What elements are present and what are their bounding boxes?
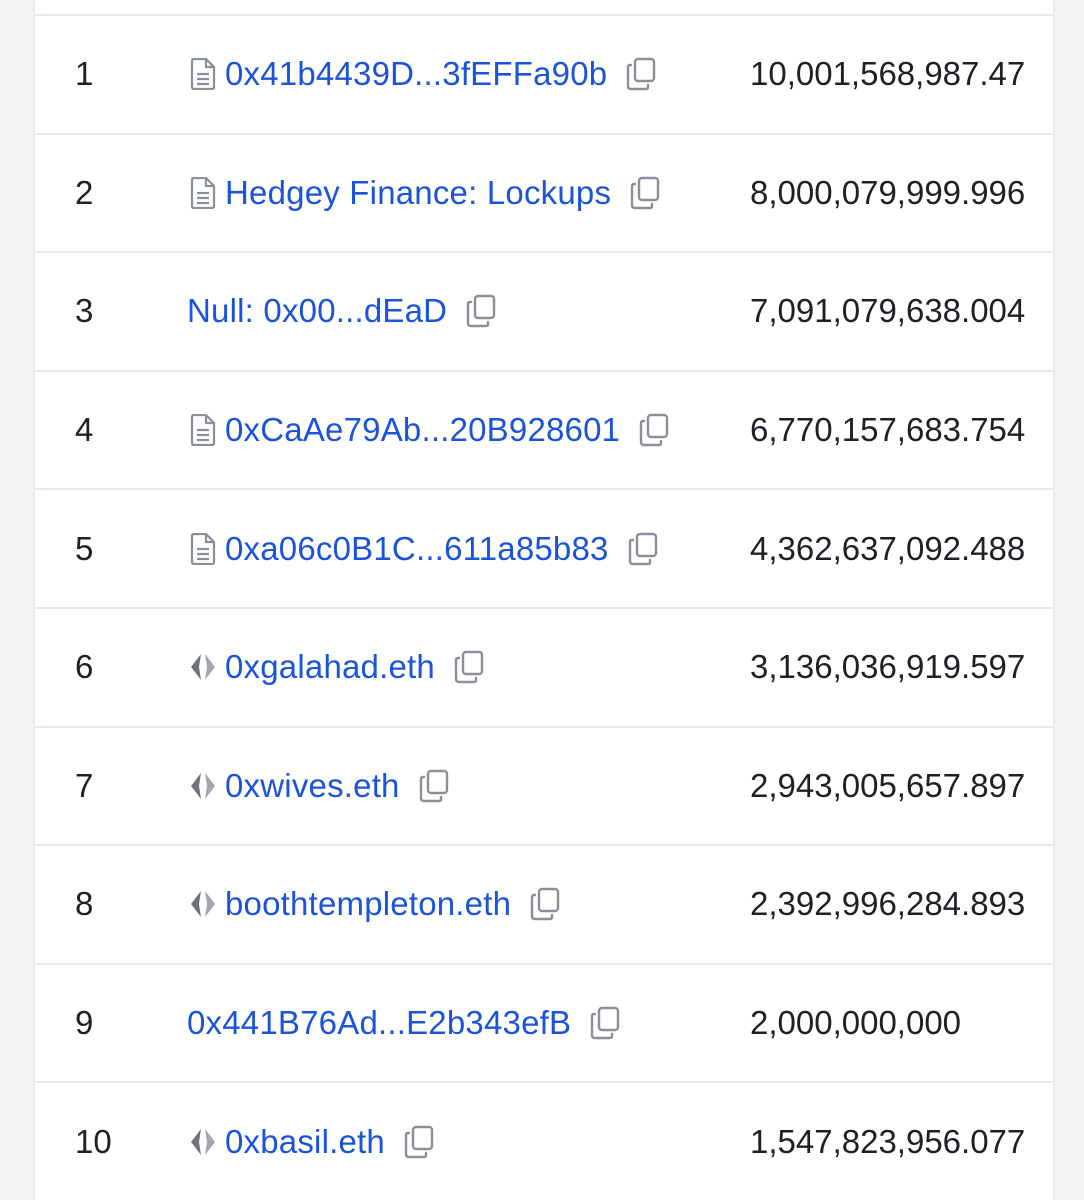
holder-cell: 0xCaAe79Ab...20B928601 [187, 372, 672, 489]
quantity-cell: 7,091,079,638.004 [750, 292, 1026, 330]
holder-address-link[interactable]: 0xbasil.eth [225, 1123, 385, 1161]
table-row: 6 0xgalahad.eth 3,136,036,919.597 [35, 609, 1053, 728]
table-row: 4 0xCaAe79Ab...20B928601 6,770,157,683.754 [35, 372, 1053, 491]
table-row: 9 0x441B76Ad...E2b343efB 2,000,000,000 [35, 965, 1053, 1084]
holder-address-link[interactable]: 0x441B76Ad...E2b343efB [187, 1004, 571, 1042]
holder-cell: 0xa06c0B1C...611a85b83 [187, 490, 661, 607]
contract-icon [187, 532, 219, 566]
rank-cell: 10 [75, 1122, 112, 1160]
holder-cell: Hedgey Finance: Lockups [187, 135, 663, 252]
ens-icon [187, 650, 219, 684]
quantity-cell: 3,136,036,919.597 [750, 648, 1026, 686]
ens-icon [187, 1125, 219, 1159]
holder-cell: 0xgalahad.eth [187, 609, 487, 726]
holder-address-link[interactable]: 0xwives.eth [225, 767, 400, 805]
rank-cell: 6 [75, 648, 94, 686]
copy-icon[interactable] [401, 1124, 437, 1160]
table-row: 7 0xwives.eth 2,943,005,657.897 [35, 728, 1053, 847]
copy-icon[interactable] [416, 768, 452, 804]
copy-icon[interactable] [627, 175, 663, 211]
quantity-cell: 8,000,079,999.996 [750, 173, 1026, 211]
holder-address-link[interactable]: 0x41b4439D...3fEFFa90b [225, 55, 607, 93]
table-row: 8 boothtempleton.eth 2,392,996,284.893 [35, 846, 1053, 965]
contract-icon [187, 176, 219, 210]
holder-address-link[interactable]: Hedgey Finance: Lockups [225, 174, 611, 212]
holder-address-link[interactable]: boothtempleton.eth [225, 885, 511, 923]
holder-address-link[interactable]: Null: 0x00...dEaD [187, 292, 447, 330]
copy-icon[interactable] [623, 56, 659, 92]
holder-cell: 0x441B76Ad...E2b343efB [187, 965, 623, 1082]
holders-table-body: 1 0x41b4439D...3fEFFa90b 10,001,568,987.47… [35, 16, 1053, 1200]
rank-cell: 9 [75, 1004, 94, 1042]
table-row: 3 Null: 0x00...dEaD 7,091,079,638.004 [35, 253, 1053, 372]
rank-cell: 4 [75, 411, 94, 449]
quantity-cell: 10,001,568,987.47 [750, 55, 1026, 93]
holder-address-link[interactable]: 0xCaAe79Ab...20B928601 [225, 411, 620, 449]
quantity-cell: 2,000,000,000 [750, 1004, 962, 1042]
quantity-cell: 2,943,005,657.897 [750, 766, 1026, 804]
copy-icon[interactable] [527, 886, 563, 922]
contract-icon [187, 57, 219, 91]
contract-icon [187, 413, 219, 447]
copy-icon[interactable] [587, 1005, 623, 1041]
holder-cell: 0xbasil.eth [187, 1083, 437, 1200]
copy-icon[interactable] [625, 531, 661, 567]
quantity-cell: 1,547,823,956.077 [750, 1122, 1026, 1160]
rank-cell: 7 [75, 766, 94, 804]
rank-cell: 8 [75, 885, 94, 923]
rank-cell: 2 [75, 173, 94, 211]
holder-cell: 0x41b4439D...3fEFFa90b [187, 16, 659, 133]
table-row: 5 0xa06c0B1C...611a85b83 4,362,637,092.488 [35, 490, 1053, 609]
holder-address-link[interactable]: 0xgalahad.eth [225, 648, 435, 686]
rank-cell: 3 [75, 292, 94, 330]
rank-cell: 1 [75, 55, 94, 93]
holder-cell: boothtempleton.eth [187, 846, 563, 963]
quantity-cell: 6,770,157,683.754 [750, 411, 1026, 449]
quantity-cell: 4,362,637,092.488 [750, 529, 1026, 567]
rank-cell: 5 [75, 529, 94, 567]
ens-icon [187, 769, 219, 803]
quantity-cell: 2,392,996,284.893 [750, 885, 1026, 923]
holders-table-card: 1 0x41b4439D...3fEFFa90b 10,001,568,987.47… [33, 0, 1055, 1200]
ens-icon [187, 887, 219, 921]
holder-cell: Null: 0x00...dEaD [187, 253, 499, 370]
table-row: 10 0xbasil.eth 1,547,823,956.077 [35, 1083, 1053, 1200]
copy-icon[interactable] [636, 412, 672, 448]
table-row: 2 Hedgey Finance: Lockups 8,000,079,999.99… [35, 135, 1053, 254]
copy-icon[interactable] [451, 649, 487, 685]
holder-address-link[interactable]: 0xa06c0B1C...611a85b83 [225, 530, 609, 568]
holder-cell: 0xwives.eth [187, 728, 452, 845]
table-row: 1 0x41b4439D...3fEFFa90b 10,001,568,987.47 [35, 16, 1053, 135]
copy-icon[interactable] [463, 293, 499, 329]
